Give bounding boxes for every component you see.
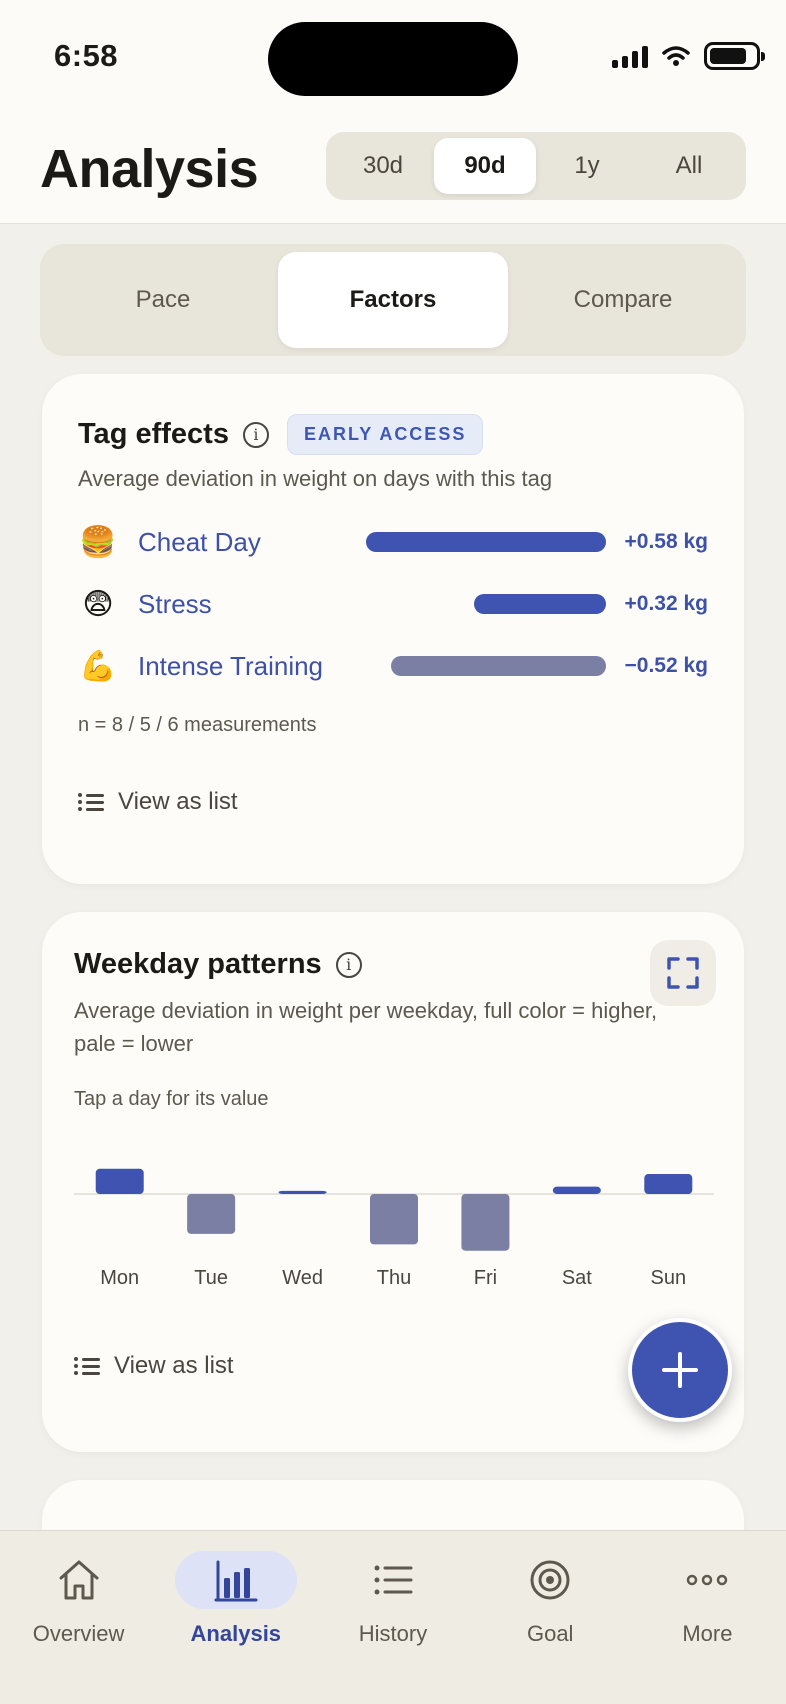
tag-effect-bar [390, 656, 606, 676]
weekday-bar-chart: Mon Tue Wed Thu Fri Sat Sun [74, 1168, 714, 1289]
tag-value: +0.32 kg [624, 592, 708, 615]
range-all[interactable]: All [638, 138, 740, 194]
tag-effect-bar [366, 532, 606, 552]
app-header: Analysis 30d 90d 1y All [0, 120, 786, 224]
range-90d[interactable]: 90d [434, 138, 536, 194]
weekday-label: Sat [562, 1267, 592, 1289]
nav-label: Overview [32, 1621, 125, 1646]
weekday-patterns-header: Weekday patterns i [74, 948, 362, 981]
tag-value: −0.52 kg [624, 654, 708, 677]
weekday-bar-thu[interactable] [370, 1194, 418, 1245]
tag-effects-card: Tag effects i EARLY ACCESS Average devia… [42, 374, 744, 884]
tab-factors[interactable]: Factors [278, 252, 508, 348]
weekday-bar-sun[interactable] [644, 1174, 693, 1194]
weekday-patterns-title: Weekday patterns [74, 948, 322, 980]
more-icon [687, 1574, 728, 1586]
target-icon [530, 1560, 570, 1600]
wifi-icon [662, 46, 690, 66]
weekday-bar-mon[interactable] [95, 1168, 144, 1194]
list-icon [74, 1356, 100, 1376]
status-time: 6:58 [54, 38, 119, 73]
status-bar: 6:58 [0, 0, 786, 120]
info-icon[interactable]: i [335, 951, 362, 978]
weekday-label: Mon [100, 1267, 139, 1289]
weekday-bar-sat[interactable] [552, 1186, 601, 1194]
nav-label: History [358, 1621, 428, 1646]
home-icon [59, 1560, 99, 1600]
weekday-label: Tue [194, 1267, 228, 1289]
range-1y[interactable]: 1y [536, 138, 638, 194]
weekday-view-as-list-button[interactable]: View as list [74, 1352, 234, 1380]
tag-label: Intense Training [138, 650, 324, 681]
status-icons [612, 42, 765, 70]
list-icon [374, 1565, 413, 1595]
tag-label: Stress [138, 588, 212, 619]
list-icon [78, 792, 104, 812]
cellular-signal-icon [612, 44, 648, 68]
weekday-bar-fri[interactable] [461, 1194, 510, 1251]
time-range-selector: 30d 90d 1y All [326, 132, 746, 200]
nav-history[interactable]: History [314, 1531, 471, 1704]
tab-compare[interactable]: Compare [508, 252, 738, 348]
nav-analysis[interactable]: Analysis [157, 1531, 314, 1704]
tag-value: +0.58 kg [624, 530, 708, 553]
weekday-label: Thu [377, 1267, 411, 1289]
view-as-list-label: View as list [114, 1352, 234, 1379]
fearful-face-icon: 😨 [82, 587, 114, 621]
burger-icon: 🍔 [79, 525, 117, 559]
flexed-biceps-icon: 💪 [79, 649, 117, 683]
tag-effects-header: Tag effects i EARLY ACCESS [78, 414, 484, 455]
weekday-bar-tue[interactable] [187, 1194, 236, 1234]
nav-more[interactable]: More [629, 1531, 786, 1704]
tag-row-intense-training[interactable]: 💪 Intense Training −0.52 kg [78, 644, 708, 688]
tag-effects-subtitle: Average deviation in weight on days with… [78, 466, 553, 491]
tab-pace[interactable]: Pace [48, 252, 278, 348]
nav-label: More [682, 1621, 733, 1646]
add-entry-button[interactable] [628, 1318, 732, 1422]
tag-effects-title: Tag effects [78, 418, 229, 450]
plus-icon [662, 1352, 698, 1388]
page-title: Analysis [40, 139, 259, 199]
view-as-list-label: View as list [118, 788, 238, 815]
nav-label: Goal [526, 1621, 574, 1646]
tag-row-stress[interactable]: 😨 Stress +0.32 kg [78, 582, 708, 626]
weekday-label: Wed [282, 1267, 323, 1289]
bottom-nav: Overview Analysis History Goal More [0, 1530, 786, 1704]
analysis-tabs: Pace Factors Compare [40, 244, 746, 356]
tag-row-cheat-day[interactable]: 🍔 Cheat Day +0.58 kg [78, 520, 708, 564]
battery-icon [704, 42, 765, 70]
weekday-label: Sun [650, 1267, 686, 1289]
tag-effects-view-as-list-button[interactable]: View as list [78, 788, 238, 816]
tag-label: Cheat Day [138, 526, 261, 557]
sample-size-note: n = 8 / 5 / 6 measurements [78, 714, 317, 736]
info-icon[interactable]: i [242, 421, 269, 448]
chart-hint: Tap a day for its value [74, 1088, 269, 1110]
nav-overview[interactable]: Overview [0, 1531, 157, 1704]
weekday-bar-wed[interactable] [278, 1190, 327, 1194]
nav-label: Analysis [190, 1621, 282, 1646]
camera-notch [268, 22, 518, 96]
early-access-badge: EARLY ACCESS [286, 414, 484, 455]
tag-effect-bar [473, 594, 606, 614]
weekday-label: Fri [474, 1267, 497, 1289]
nav-goal[interactable]: Goal [472, 1531, 629, 1704]
bar-chart-icon [214, 1560, 258, 1602]
range-30d[interactable]: 30d [332, 138, 434, 194]
weekday-patterns-subtitle: Average deviation in weight per weekday,… [74, 998, 658, 1056]
